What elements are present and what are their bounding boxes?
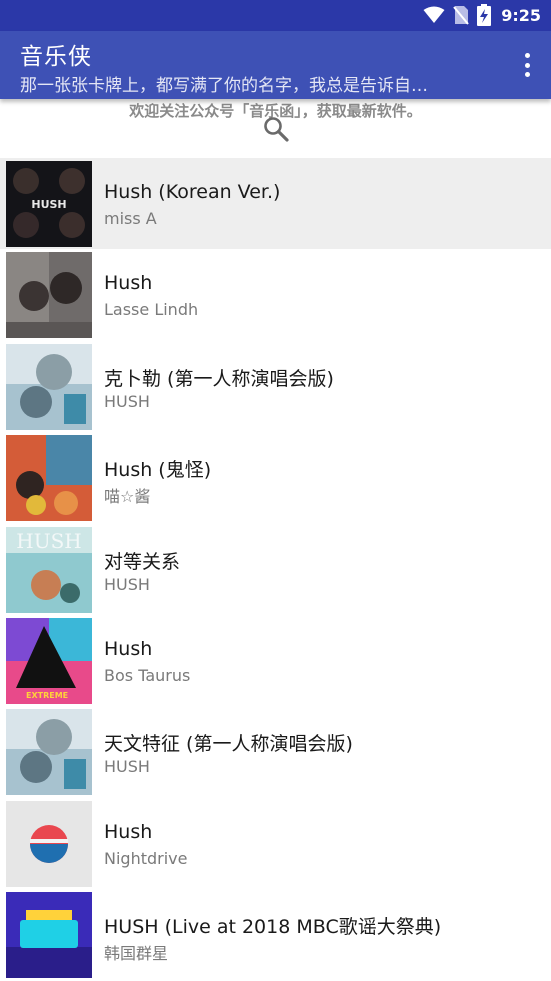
song-artist: 韩国群星 [104, 944, 169, 964]
song-item[interactable]: EXTREME Hush Bos Taurus [0, 615, 551, 706]
album-cover [6, 892, 92, 979]
more-vert-icon[interactable] [515, 51, 539, 79]
album-cover [6, 343, 92, 430]
album-cover: HUSH [6, 526, 92, 613]
song-title: Hush [104, 637, 153, 660]
no-sim-icon [453, 6, 469, 25]
search-icon[interactable] [262, 115, 290, 143]
song-item[interactable]: HUSH (Live at 2018 MBC歌谣大祭典) 韩国群星 [0, 889, 551, 980]
song-title: Hush [104, 820, 153, 843]
song-title: Hush (鬼怪) [104, 459, 212, 482]
album-cover [6, 252, 92, 339]
album-cover [6, 800, 92, 887]
song-item[interactable]: Hush (鬼怪) 喵☆酱 [0, 432, 551, 523]
song-artist: HUSH [104, 574, 150, 594]
svg-text:EXTREME: EXTREME [26, 691, 68, 700]
song-artist: Nightdrive [104, 848, 188, 868]
song-title: 克卜勒 (第一人称演唱会版) [104, 367, 334, 390]
song-artist: Bos Taurus [104, 665, 191, 685]
album-cover: EXTREME [6, 617, 92, 704]
song-item[interactable]: HUSH 对等关系 HUSH [0, 524, 551, 615]
song-title: HUSH (Live at 2018 MBC歌谣大祭典) [104, 916, 442, 939]
app-bar: 音乐侠 那一张张卡牌上，都写满了你的名字，我总是告诉自… [0, 31, 551, 99]
song-title: Hush [104, 272, 153, 295]
song-artist: Lasse Lindh [104, 300, 199, 320]
status-time: 9:25 [501, 5, 541, 25]
song-title: Hush (Korean Ver.) [104, 181, 281, 203]
song-list: HUSH Hush (Korean Ver.) miss A Hush Lass… [0, 158, 551, 981]
app-subtitle: 那一张张卡牌上，都写满了你的名字，我总是告诉自… [20, 76, 428, 96]
album-cover [6, 435, 92, 522]
app-title: 音乐侠 [20, 44, 92, 70]
battery-charging-icon [477, 4, 492, 26]
album-cover: HUSH [6, 161, 92, 247]
album-cover [6, 709, 92, 796]
status-bar: 9:25 [0, 0, 551, 31]
song-artist: HUSH [104, 757, 150, 777]
song-item[interactable]: Hush Lasse Lindh [0, 249, 551, 340]
song-item[interactable]: 克卜勒 (第一人称演唱会版) HUSH [0, 341, 551, 432]
svg-text:HUSH: HUSH [31, 198, 66, 211]
song-artist: HUSH [104, 391, 150, 411]
song-title: 对等关系 [104, 550, 181, 573]
status-icons: 9:25 [423, 4, 541, 26]
wifi-icon [423, 6, 445, 23]
song-item[interactable]: HUSH Hush (Korean Ver.) miss A [0, 158, 551, 250]
song-item[interactable]: 天文特征 (第一人称演唱会版) HUSH [0, 706, 551, 797]
svg-text:HUSH: HUSH [16, 529, 81, 553]
song-item[interactable]: Hush Nightdrive [0, 798, 551, 889]
song-title: 天文特征 (第一人称演唱会版) [104, 733, 353, 756]
song-artist: 喵☆酱 [104, 487, 151, 507]
song-artist: miss A [104, 209, 157, 228]
